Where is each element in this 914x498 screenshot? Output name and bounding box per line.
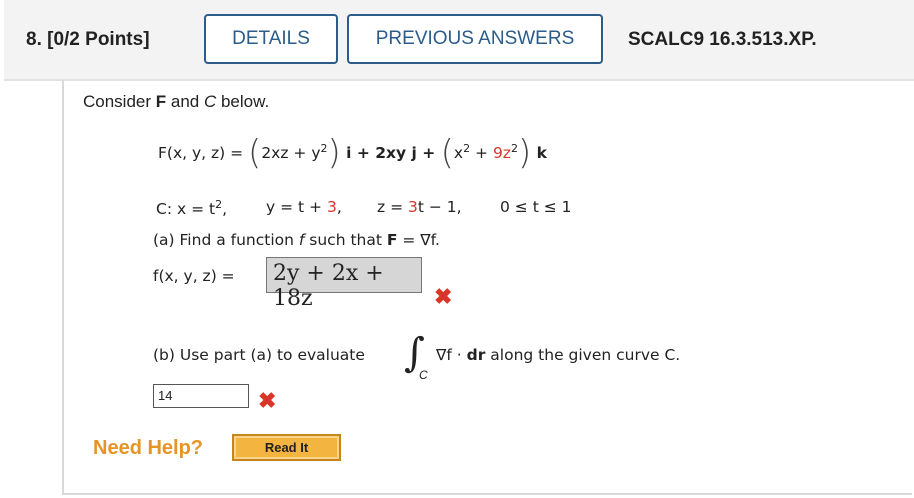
part-a-F: F xyxy=(386,231,398,249)
curve-y-const: 3 xyxy=(326,198,337,216)
details-button[interactable]: DETAILS xyxy=(204,14,338,64)
field-term1: 2xz + y xyxy=(261,144,321,162)
part-b-integrand: ∇f · dr along the given curve C. xyxy=(436,346,680,364)
field-term3-x: x xyxy=(453,144,464,162)
need-help-label: Need Help? xyxy=(93,437,204,459)
part-a-lhs: f(x, y, z) = xyxy=(153,267,235,285)
curve-x-text: C: x = t xyxy=(156,200,216,219)
curve-y: y = t + 3, xyxy=(266,198,342,216)
x-mark-icon: ✖ xyxy=(258,388,277,413)
field-exp: 2 xyxy=(510,141,518,155)
question-header: 8. [0/2 Points] DETAILS PREVIOUS ANSWERS… xyxy=(4,0,914,81)
curve-z-coef: 3 xyxy=(407,198,418,216)
curve-z-text: z = xyxy=(377,198,408,216)
integrand-grad: ∇f · xyxy=(436,346,467,364)
part-b-prompt: (b) Use part (a) to evaluate xyxy=(153,346,365,364)
part-a-prompt: (a) Find a function f such that F = ∇f. xyxy=(153,231,440,249)
part-a-answer-field[interactable]: 2y + 2x + 18z xyxy=(266,257,422,311)
integrand-dr: dr xyxy=(466,346,486,364)
read-it-button[interactable]: Read It xyxy=(232,434,341,461)
intro-text: Consider F and C below. xyxy=(83,92,269,112)
intro-F: F xyxy=(155,92,167,111)
field-term3-plus: + xyxy=(470,144,493,162)
field-exp: 2 xyxy=(320,141,328,155)
part-a-answer: 2y + 2x + 18z xyxy=(273,261,384,311)
field-lhs: F(x, y, z) = xyxy=(158,144,249,162)
field-k: k xyxy=(531,144,547,162)
curve-y-text: y = t + xyxy=(266,198,327,216)
part-a-mid: such that xyxy=(304,231,387,249)
curve-z-rest: t − 1, xyxy=(417,198,462,216)
problem-code: SCALC9 16.3.513.XP. xyxy=(628,29,817,50)
intro-mid: and xyxy=(166,92,204,111)
curve-x: C: x = t2, xyxy=(156,198,228,219)
curve-z: z = 3t − 1, xyxy=(377,198,462,216)
intro-prefix: Consider xyxy=(83,92,156,111)
intro-suffix: below. xyxy=(216,92,270,111)
vector-field: F(x, y, z) = (2xz + y2) i + 2xy j + (x2 … xyxy=(158,133,547,173)
question-number: 8. [0/2 Points] xyxy=(26,29,150,50)
part-a-prefix: (a) Find a function xyxy=(153,231,299,249)
curve-range: 0 ≤ t ≤ 1 xyxy=(500,198,572,216)
x-mark-icon: ✖ xyxy=(434,284,453,309)
curve-x-exp: 2 xyxy=(215,198,223,211)
part-a-suffix: = ∇f. xyxy=(397,231,440,249)
intro-C: C xyxy=(203,92,217,111)
part-b-suffix: along the given curve C. xyxy=(485,346,681,364)
field-term3-z: 9z xyxy=(492,144,511,162)
field-i: i + 2xy j + xyxy=(340,144,441,162)
integral-subscript: C xyxy=(419,368,428,382)
part-b-answer-input[interactable]: 14 xyxy=(153,384,249,408)
previous-answers-button[interactable]: PREVIOUS ANSWERS xyxy=(347,14,603,64)
